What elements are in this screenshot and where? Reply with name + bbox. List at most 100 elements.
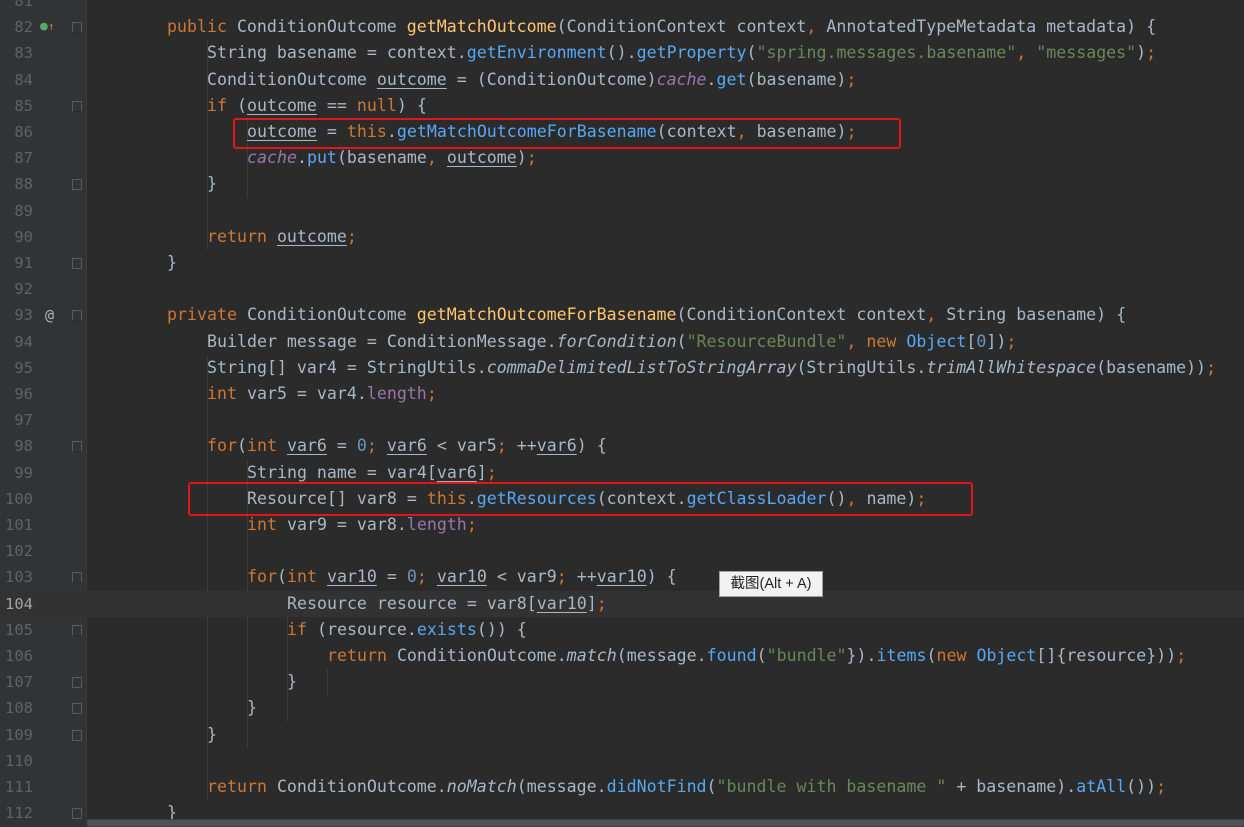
fold-close-icon[interactable] (72, 808, 82, 820)
code-token: for (207, 436, 237, 456)
line-number[interactable]: 104 (0, 591, 33, 617)
fold-open-icon[interactable] (72, 22, 82, 34)
annotation-at-icon[interactable]: @ (45, 302, 54, 328)
line-number[interactable]: 105 (0, 617, 33, 643)
code-line-109[interactable]: 109} (0, 722, 1244, 748)
fold-close-icon[interactable] (72, 258, 82, 269)
code-line-108[interactable]: 108} (0, 695, 1244, 721)
code-text[interactable]: cache.put(basename, outcome); (247, 145, 537, 171)
line-number[interactable]: 109 (0, 722, 33, 748)
code-line-94[interactable]: 94 Builder message = ConditionMessage.for… (0, 329, 1244, 355)
line-number[interactable]: 82 (0, 14, 33, 40)
code-line-106[interactable]: 106 return ConditionOutcome.match(message… (0, 643, 1244, 669)
line-number[interactable]: 108 (0, 695, 33, 721)
line-number[interactable]: 83 (0, 40, 33, 66)
line-number[interactable]: 84 (0, 67, 33, 93)
code-text[interactable]: Resource resource = var8[var10]; (287, 591, 607, 617)
code-text[interactable]: String basename = context.getEnvironment… (207, 40, 1156, 66)
code-text[interactable]: for(int var10 = 0; var10 < var9; ++var10… (247, 564, 677, 590)
code-text[interactable]: } (287, 669, 297, 695)
code-text[interactable]: if (outcome == null) { (207, 93, 427, 119)
line-number[interactable]: 85 (0, 93, 33, 119)
code-line-111[interactable]: 111 return ConditionOutcome.noMatch(messa… (0, 774, 1244, 800)
code-text[interactable]: for(int var6 = 0; var6 < var5; ++var6) { (207, 433, 607, 459)
fold-open-icon[interactable] (72, 100, 82, 112)
line-number[interactable]: 102 (0, 538, 33, 564)
code-text[interactable]: ConditionOutcome outcome = (ConditionOut… (207, 67, 856, 93)
code-line-103[interactable]: 103 for(int var10 = 0; var10 < var9; ++va… (0, 564, 1244, 590)
code-line-97[interactable]: 97 (0, 407, 1244, 433)
line-number[interactable]: 99 (0, 460, 33, 486)
line-number[interactable]: 81 (0, 0, 33, 14)
fold-close-icon[interactable] (72, 677, 82, 689)
fold-open-icon[interactable] (72, 310, 82, 322)
code-line-95[interactable]: 95 String[] var4 = StringUtils.commaDelim… (0, 355, 1244, 381)
code-line-96[interactable]: 96 int var5 = var4.length; (0, 381, 1244, 407)
line-number[interactable]: 98 (0, 433, 33, 459)
code-line-90[interactable]: 90 return outcome; (0, 224, 1244, 250)
line-number[interactable]: 92 (0, 276, 33, 302)
fold-open-icon[interactable] (72, 572, 82, 584)
line-number[interactable]: 101 (0, 512, 33, 538)
line-number[interactable]: 106 (0, 643, 33, 669)
code-text[interactable]: return outcome; (207, 224, 357, 250)
code-line-110[interactable]: 110 (0, 748, 1244, 774)
line-number[interactable]: 100 (0, 486, 33, 512)
code-text[interactable]: public ConditionOutcome getMatchOutcome(… (167, 14, 1156, 40)
code-line-104[interactable]: 104 Resource resource = var8[var10]; (0, 590, 1244, 617)
code-text[interactable]: } (207, 722, 217, 748)
fold-close-icon[interactable] (72, 179, 82, 191)
line-number[interactable]: 96 (0, 381, 33, 407)
code-text[interactable]: int var5 = var4.length; (207, 381, 437, 407)
line-number[interactable]: 91 (0, 250, 33, 276)
line-number[interactable]: 87 (0, 145, 33, 171)
code-line-84[interactable]: 84 ConditionOutcome outcome = (ConditionO… (0, 67, 1244, 93)
line-number[interactable]: 110 (0, 748, 33, 774)
override-icon[interactable]: ●↑ (40, 14, 54, 40)
line-number[interactable]: 94 (0, 329, 33, 355)
line-number[interactable]: 86 (0, 119, 33, 145)
code-text[interactable]: if (resource.exists()) { (287, 617, 527, 643)
code-line-82[interactable]: 82 ●↑ public ConditionOutcome getMatchOutc… (0, 14, 1244, 40)
code-text[interactable]: Builder message = ConditionMessage.forCo… (207, 329, 1016, 355)
code-token: outcome (246, 95, 317, 115)
code-text[interactable]: String[] var4 = StringUtils.commaDelimit… (207, 355, 1216, 381)
scrollbar-thumb[interactable] (87, 820, 1244, 826)
code-line-107[interactable]: 107} (0, 669, 1244, 695)
code-text[interactable]: } (207, 171, 217, 197)
code-line-81[interactable]: 81 (0, 0, 1244, 14)
fold-open-icon[interactable] (72, 441, 82, 453)
line-number[interactable]: 95 (0, 355, 33, 381)
line-number[interactable]: 88 (0, 171, 33, 197)
line-number[interactable]: 103 (0, 564, 33, 590)
code-text[interactable]: return ConditionOutcome.match(message.fo… (327, 643, 1186, 669)
code-line-87[interactable]: 87 cache.put(basename, outcome); (0, 145, 1244, 171)
code-token: var10 (326, 567, 377, 587)
line-number[interactable]: 107 (0, 669, 33, 695)
code-line-91[interactable]: 91} (0, 250, 1244, 276)
line-number[interactable]: 97 (0, 407, 33, 433)
line-number[interactable]: 112 (0, 800, 33, 826)
code-line-92[interactable]: 92 (0, 276, 1244, 302)
code-line-105[interactable]: 105 if (resource.exists()) { (0, 617, 1244, 643)
code-text[interactable]: } (247, 695, 257, 721)
line-number[interactable]: 89 (0, 198, 33, 224)
code-text[interactable]: return ConditionOutcome.noMatch(message.… (207, 774, 1166, 800)
line-number[interactable]: 111 (0, 774, 33, 800)
code-text[interactable]: } (167, 250, 177, 276)
code-token: ConditionOutcome. (276, 777, 447, 796)
code-text[interactable]: private ConditionOutcome getMatchOutcome… (167, 302, 1126, 328)
code-line-83[interactable]: 83 String basename = context.getEnvironme… (0, 40, 1244, 66)
horizontal-scrollbar[interactable] (87, 819, 1244, 827)
code-line-89[interactable]: 89 (0, 198, 1244, 224)
code-line-88[interactable]: 88} (0, 171, 1244, 197)
code-line-85[interactable]: 85 if (outcome == null) { (0, 93, 1244, 119)
line-number[interactable]: 90 (0, 224, 33, 250)
fold-close-icon[interactable] (72, 703, 82, 715)
code-line-102[interactable]: 102 (0, 538, 1244, 564)
fold-close-icon[interactable] (72, 729, 82, 741)
code-line-98[interactable]: 98 for(int var6 = 0; var6 < var5; ++var6)… (0, 433, 1244, 459)
fold-open-icon[interactable] (72, 624, 82, 636)
line-number[interactable]: 93 (0, 302, 33, 328)
code-line-93[interactable]: 93 @ private ConditionOutcome getMatchOutc… (0, 302, 1244, 328)
